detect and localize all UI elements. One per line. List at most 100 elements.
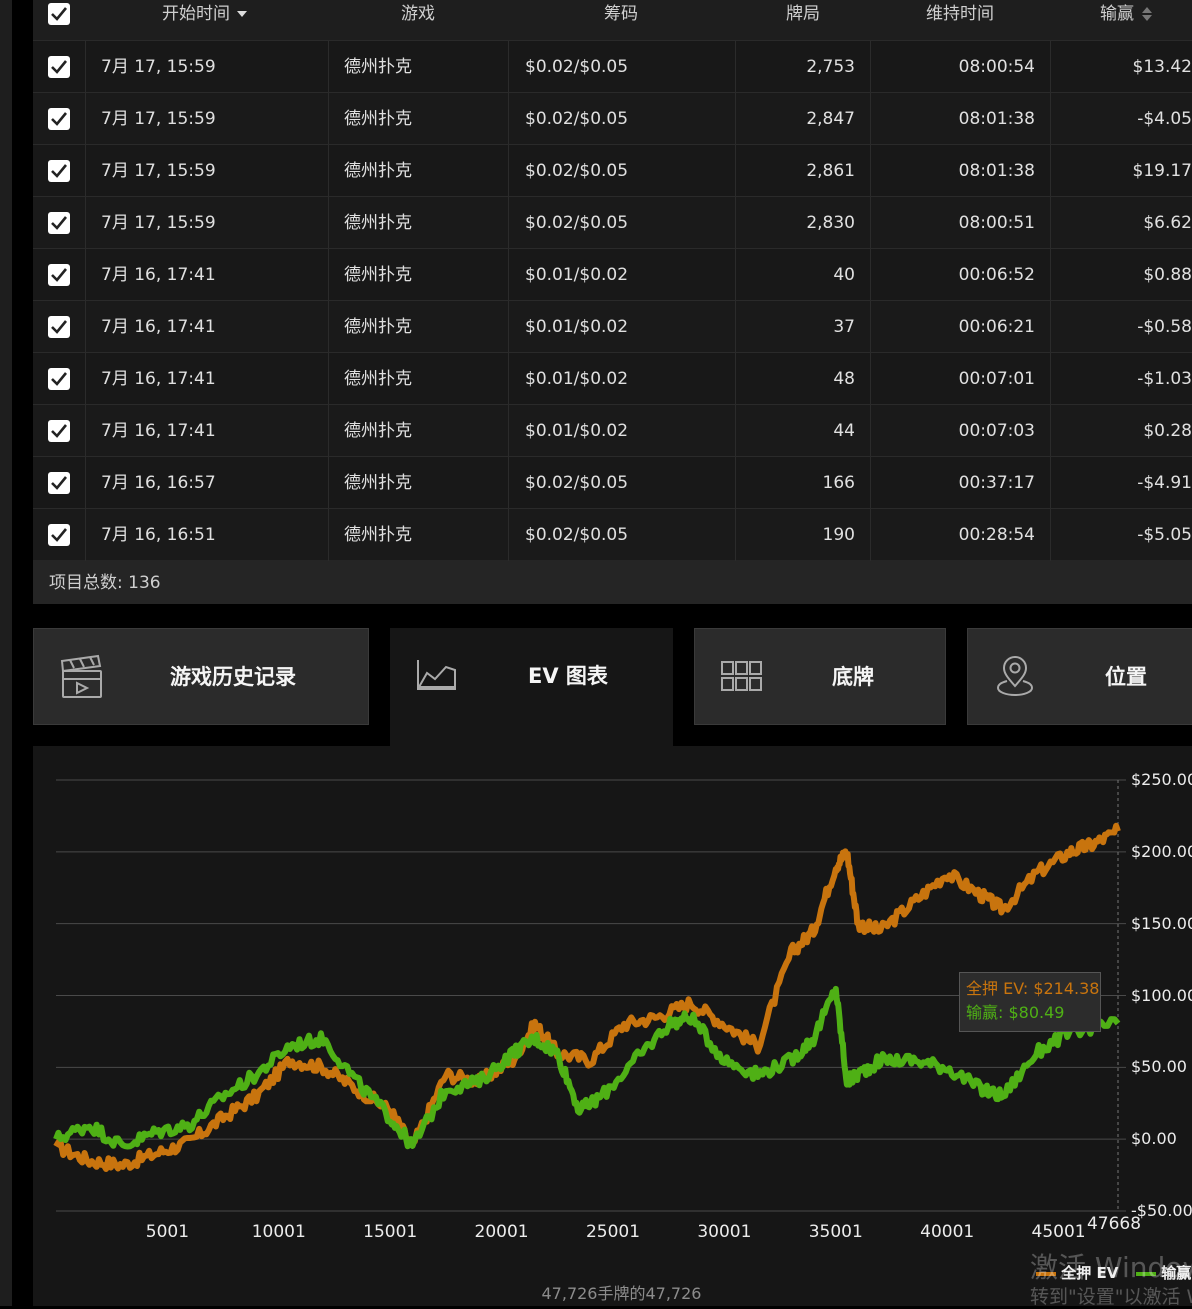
column-divider: [1050, 93, 1051, 145]
table-body: 7月 17, 15:59 德州扑克 $0.02/$0.05 2,753 08:00:54…: [33, 40, 1192, 561]
column-divider: [735, 93, 736, 145]
column-divider: [328, 145, 329, 197]
cell-stakes: $0.02/$0.05: [525, 213, 629, 233]
select-all-checkbox[interactable]: [48, 3, 70, 25]
cell-hands: 44: [833, 421, 855, 441]
column-divider: [1050, 41, 1051, 93]
column-divider: [508, 509, 509, 561]
header-game[interactable]: 游戏: [401, 0, 435, 40]
cell-start-time: 7月 17, 15:59: [101, 57, 216, 77]
cell-winnings: $0.88: [1143, 265, 1192, 285]
row-checkbox[interactable]: [48, 420, 70, 442]
row-checkbox[interactable]: [48, 212, 70, 234]
header-hands[interactable]: 牌局: [786, 0, 820, 40]
cell-game: 德州扑克: [344, 317, 412, 337]
table-row[interactable]: 7月 17, 15:59 德州扑克 $0.02/$0.05 2,861 08:01:38…: [33, 144, 1192, 197]
column-divider: [508, 41, 509, 93]
row-checkbox[interactable]: [48, 472, 70, 494]
table-row[interactable]: 7月 16, 17:41 德州扑克 $0.01/$0.02 37 00:06:21 -$0…: [33, 300, 1192, 353]
x-tick-label: 25001: [585, 1222, 641, 1242]
column-divider: [85, 405, 86, 457]
column-divider: [735, 249, 736, 301]
cell-duration: 08:00:51: [958, 213, 1035, 233]
y-tick-label: $200.00: [1131, 841, 1192, 861]
table-row[interactable]: 7月 16, 17:41 德州扑克 $0.01/$0.02 40 00:06:52 $0.…: [33, 248, 1192, 301]
cell-duration: 00:06:21: [958, 317, 1035, 337]
cell-stakes: $0.01/$0.02: [525, 317, 629, 337]
cell-hands: 190: [822, 525, 855, 545]
column-divider: [735, 457, 736, 509]
table-row[interactable]: 7月 17, 15:59 德州扑克 $0.02/$0.05 2,830 08:00:51…: [33, 196, 1192, 249]
header-start-time[interactable]: 开始时间: [162, 0, 248, 40]
column-divider: [85, 145, 86, 197]
x-tick-label: 5001: [145, 1222, 190, 1242]
cell-hands: 40: [833, 265, 855, 285]
row-checkbox[interactable]: [48, 56, 70, 78]
row-checkbox[interactable]: [48, 316, 70, 338]
column-divider: [85, 41, 86, 93]
cell-winnings: $19.17: [1132, 161, 1192, 181]
cell-stakes: $0.01/$0.02: [525, 421, 629, 441]
table-row[interactable]: 7月 17, 15:59 德州扑克 $0.02/$0.05 2,753 08:00:54…: [33, 40, 1192, 93]
tooltip-ev-value: 全押 EV: $214.38: [966, 979, 1100, 998]
cell-game: 德州扑克: [344, 265, 412, 285]
tab-hole-cards[interactable]: 底牌: [694, 628, 946, 725]
column-divider: [735, 509, 736, 561]
row-checkbox[interactable]: [48, 108, 70, 130]
column-divider: [1050, 405, 1051, 457]
table-row[interactable]: 7月 17, 15:59 德州扑克 $0.02/$0.05 2,847 08:01:38…: [33, 92, 1192, 145]
cell-duration: 00:06:52: [958, 265, 1035, 285]
column-divider: [870, 93, 871, 145]
column-divider: [1050, 197, 1051, 249]
cell-stakes: $0.02/$0.05: [525, 57, 629, 77]
cell-duration: 00:07:03: [958, 421, 1035, 441]
cell-hands: 2,847: [806, 109, 855, 129]
cell-game: 德州扑克: [344, 473, 412, 493]
column-divider: [735, 41, 736, 93]
row-checkbox[interactable]: [48, 524, 70, 546]
table-header: 开始时间 游戏 筹码 牌局 维持时间 输赢: [33, 0, 1192, 40]
header-duration[interactable]: 维持时间: [926, 0, 994, 40]
cell-start-time: 7月 17, 15:59: [101, 213, 216, 233]
column-divider: [735, 301, 736, 353]
header-winnings[interactable]: 输赢: [1100, 0, 1153, 40]
cell-game: 德州扑克: [344, 421, 412, 441]
table-row[interactable]: 7月 16, 16:57 德州扑克 $0.02/$0.05 166 00:37:17 -$…: [33, 456, 1192, 509]
cell-stakes: $0.02/$0.05: [525, 109, 629, 129]
column-divider: [735, 353, 736, 405]
tab-ev-chart[interactable]: EV 图表: [390, 628, 673, 746]
column-divider: [508, 457, 509, 509]
tab-game-history[interactable]: 游戏历史记录: [33, 628, 369, 725]
x-tick-label: 45001: [1031, 1222, 1086, 1242]
cell-start-time: 7月 16, 17:41: [101, 317, 216, 337]
cell-start-time: 7月 16, 16:51: [101, 525, 216, 545]
table-row[interactable]: 7月 16, 17:41 德州扑克 $0.01/$0.02 44 00:07:03 $0.…: [33, 404, 1192, 457]
clapperboard-icon: [60, 654, 104, 704]
cell-game: 德州扑克: [344, 369, 412, 389]
row-checkbox[interactable]: [48, 160, 70, 182]
cell-winnings: -$0.58: [1137, 317, 1192, 337]
column-divider: [870, 509, 871, 561]
column-divider: [85, 353, 86, 405]
cell-stakes: $0.02/$0.05: [525, 525, 629, 545]
header-stakes[interactable]: 筹码: [604, 0, 638, 40]
column-divider: [85, 301, 86, 353]
sort-down-icon: [237, 11, 248, 17]
column-divider: [328, 197, 329, 249]
table-row[interactable]: 7月 16, 17:41 德州扑克 $0.01/$0.02 48 00:07:01 -$1…: [33, 352, 1192, 405]
column-divider: [870, 41, 871, 93]
table-row[interactable]: 7月 16, 16:51 德州扑克 $0.02/$0.05 190 00:28:54 -$…: [33, 508, 1192, 561]
column-divider: [1050, 353, 1051, 405]
cell-game: 德州扑克: [344, 525, 412, 545]
row-checkbox[interactable]: [48, 368, 70, 390]
cell-game: 德州扑克: [344, 213, 412, 233]
tab-position[interactable]: 位置: [967, 628, 1192, 725]
y-tick-label: $150.00: [1131, 913, 1192, 933]
column-divider: [328, 249, 329, 301]
row-checkbox[interactable]: [48, 264, 70, 286]
cell-game: 德州扑克: [344, 161, 412, 181]
cell-hands: 37: [833, 317, 855, 337]
cell-hands: 2,861: [806, 161, 855, 181]
column-divider: [328, 93, 329, 145]
column-divider: [508, 249, 509, 301]
